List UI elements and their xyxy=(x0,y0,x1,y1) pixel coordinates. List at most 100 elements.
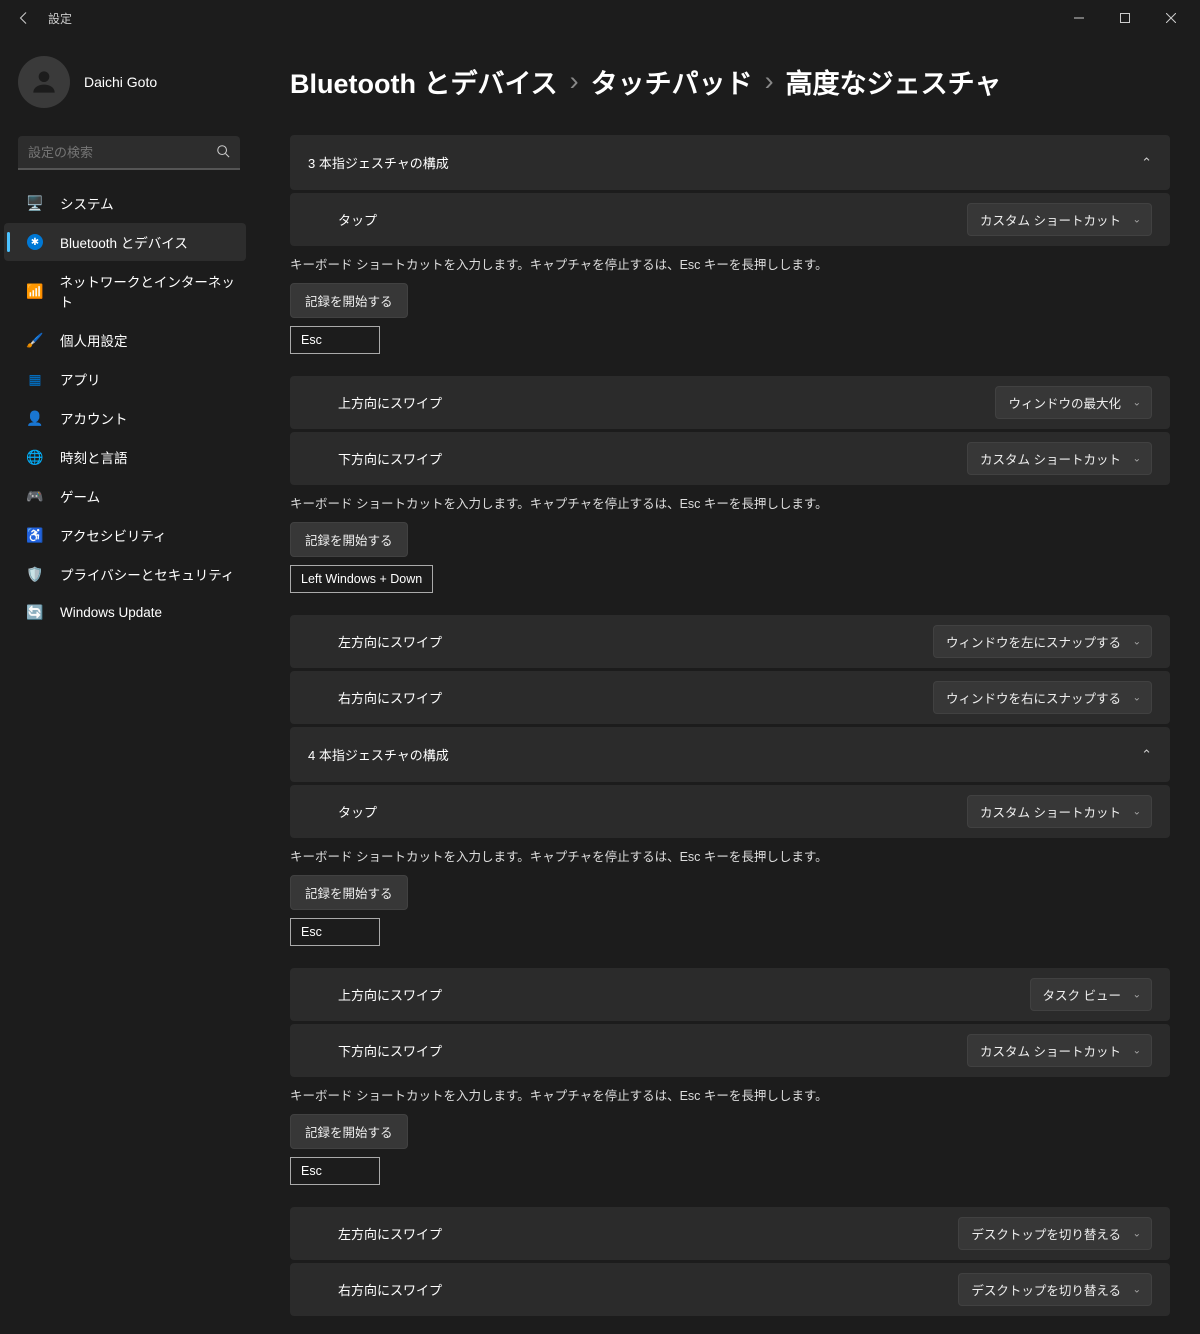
chevron-down-icon: ⌄ xyxy=(1133,453,1141,464)
chevron-down-icon: ⌄ xyxy=(1133,636,1141,647)
sidebar-item-network[interactable]: 📶 ネットワークとインターネット xyxy=(4,262,246,320)
dropdown-3finger-down[interactable]: カスタム ショートカット⌄ xyxy=(967,442,1152,475)
chevron-down-icon: ⌄ xyxy=(1133,1045,1141,1056)
apps-icon: ▦ xyxy=(26,370,44,388)
row-3finger-left: 左方向にスワイプ ウィンドウを左にスナップする⌄ xyxy=(290,615,1170,668)
sidebar-item-time[interactable]: 🌐 時刻と言語 xyxy=(4,438,246,476)
globe-icon: 🌐 xyxy=(26,448,44,466)
row-label: 下方向にスワイプ xyxy=(338,1041,967,1060)
recorded-shortcut[interactable]: Esc xyxy=(290,326,380,354)
sidebar-item-games[interactable]: 🎮ゲーム xyxy=(4,477,246,515)
dropdown-4finger-left[interactable]: デスクトップを切り替える⌄ xyxy=(958,1217,1152,1250)
row-label: 上方向にスワイプ xyxy=(338,985,1030,1004)
avatar xyxy=(18,56,70,108)
window-title: 設定 xyxy=(48,10,72,27)
sidebar-item-label: アクセシビリティ xyxy=(60,525,167,545)
breadcrumb-level-3: 高度なジェスチャ xyxy=(786,62,1002,101)
sidebar-item-label: Windows Update xyxy=(60,605,162,620)
content-area: Bluetooth とデバイス › タッチパッド › 高度なジェスチャ 3 本指… xyxy=(260,36,1200,1334)
sidebar-item-update[interactable]: 🔄 Windows Update xyxy=(4,594,246,630)
sidebar: Daichi Goto 🖥️ システム ✱ Bluetooth とデバイス 📶 ネット… xyxy=(0,36,260,1334)
row-4finger-right: 右方向にスワイプ デスクトップを切り替える⌄ xyxy=(290,1263,1170,1316)
row-3finger-up: 上方向にスワイプ ウィンドウの最大化⌄ xyxy=(290,376,1170,429)
back-button[interactable] xyxy=(6,0,42,36)
record-button[interactable]: 記録を開始する xyxy=(290,1114,408,1149)
dropdown-3finger-up[interactable]: ウィンドウの最大化⌄ xyxy=(995,386,1152,419)
chevron-up-icon: ⌃ xyxy=(1141,155,1152,171)
close-button[interactable] xyxy=(1148,0,1194,36)
bluetooth-icon: ✱ xyxy=(26,233,44,251)
group-title: 3 本指ジェスチャの構成 xyxy=(308,153,1141,172)
search-icon xyxy=(216,144,230,161)
display-icon: 🖥️ xyxy=(26,194,44,212)
group-4finger-header[interactable]: 4 本指ジェスチャの構成 ⌃ xyxy=(290,727,1170,782)
sidebar-item-label: システム xyxy=(60,193,114,213)
dropdown-3finger-right[interactable]: ウィンドウを右にスナップする⌄ xyxy=(933,681,1152,714)
row-label: 右方向にスワイプ xyxy=(338,688,933,707)
breadcrumb-level-2[interactable]: タッチパッド xyxy=(591,62,753,101)
breadcrumb-level-1[interactable]: Bluetooth とデバイス xyxy=(290,62,558,101)
row-4finger-down: 下方向にスワイプ カスタム ショートカット⌄ xyxy=(290,1024,1170,1077)
sidebar-item-label: アカウント xyxy=(60,408,128,428)
row-3finger-down: 下方向にスワイプ カスタム ショートカット⌄ xyxy=(290,432,1170,485)
chevron-up-icon: ⌃ xyxy=(1141,747,1152,763)
sidebar-item-label: 時刻と言語 xyxy=(60,447,128,467)
shortcut-hint: キーボード ショートカットを入力します。キャプチャを停止するは、Esc キーを長… xyxy=(290,493,1170,512)
row-label: 左方向にスワイプ xyxy=(338,632,933,651)
breadcrumb: Bluetooth とデバイス › タッチパッド › 高度なジェスチャ xyxy=(290,62,1170,101)
dropdown-4finger-up[interactable]: タスク ビュー⌄ xyxy=(1030,978,1152,1011)
user-block[interactable]: Daichi Goto xyxy=(0,46,250,118)
sidebar-item-label: ゲーム xyxy=(60,486,100,506)
accessibility-icon: ♿ xyxy=(26,526,44,544)
row-4finger-up: 上方向にスワイプ タスク ビュー⌄ xyxy=(290,968,1170,1021)
dropdown-3finger-left[interactable]: ウィンドウを左にスナップする⌄ xyxy=(933,625,1152,658)
row-3finger-tap: タップ カスタム ショートカット⌄ xyxy=(290,193,1170,246)
sidebar-item-label: ネットワークとインターネット xyxy=(59,271,236,311)
user-name: Daichi Goto xyxy=(84,74,157,90)
sidebar-item-apps[interactable]: ▦ アプリ xyxy=(4,360,246,398)
minimize-button[interactable] xyxy=(1056,0,1102,36)
dropdown-4finger-right[interactable]: デスクトップを切り替える⌄ xyxy=(958,1273,1152,1306)
group-3finger-header[interactable]: 3 本指ジェスチャの構成 ⌃ xyxy=(290,135,1170,190)
row-label: 左方向にスワイプ xyxy=(338,1224,958,1243)
dropdown-4finger-tap[interactable]: カスタム ショートカット⌄ xyxy=(967,795,1152,828)
sidebar-item-label: 個人用設定 xyxy=(60,330,128,350)
brush-icon: 🖌️ xyxy=(26,331,44,349)
recorded-shortcut[interactable]: Left Windows + Down xyxy=(290,565,433,593)
person-icon: 👤 xyxy=(26,409,44,427)
recorded-shortcut[interactable]: Esc xyxy=(290,918,380,946)
chevron-down-icon: ⌄ xyxy=(1133,1284,1141,1295)
sidebar-item-bluetooth[interactable]: ✱ Bluetooth とデバイス xyxy=(4,223,246,261)
chevron-down-icon: ⌄ xyxy=(1133,692,1141,703)
search-input[interactable] xyxy=(18,136,240,170)
sidebar-item-label: アプリ xyxy=(60,369,101,389)
record-button[interactable]: 記録を開始する xyxy=(290,875,408,910)
sidebar-item-account[interactable]: 👤 アカウント xyxy=(4,399,246,437)
search-field[interactable] xyxy=(28,145,216,160)
sidebar-item-accessibility[interactable]: ♿ アクセシビリティ xyxy=(4,516,246,554)
dropdown-3finger-tap[interactable]: カスタム ショートカット⌄ xyxy=(967,203,1152,236)
row-4finger-left: 左方向にスワイプ デスクトップを切り替える⌄ xyxy=(290,1207,1170,1260)
row-label: 右方向にスワイプ xyxy=(338,1280,958,1299)
update-icon: 🔄 xyxy=(26,603,44,621)
row-3finger-right: 右方向にスワイプ ウィンドウを右にスナップする⌄ xyxy=(290,671,1170,724)
dropdown-4finger-down[interactable]: カスタム ショートカット⌄ xyxy=(967,1034,1152,1067)
record-button[interactable]: 記録を開始する xyxy=(290,283,408,318)
chevron-down-icon: ⌄ xyxy=(1133,806,1141,817)
shortcut-hint: キーボード ショートカットを入力します。キャプチャを停止するは、Esc キーを長… xyxy=(290,1085,1170,1104)
record-button[interactable]: 記録を開始する xyxy=(290,522,408,557)
row-label: 上方向にスワイプ xyxy=(338,393,995,412)
sidebar-item-privacy[interactable]: 🛡️ プライバシーとセキュリティ xyxy=(4,555,246,593)
recorded-shortcut[interactable]: Esc xyxy=(290,1157,380,1185)
sidebar-item-system[interactable]: 🖥️ システム xyxy=(4,184,246,222)
row-4finger-tap: タップ カスタム ショートカット⌄ xyxy=(290,785,1170,838)
shortcut-hint: キーボード ショートカットを入力します。キャプチャを停止するは、Esc キーを長… xyxy=(290,846,1170,865)
row-label: タップ xyxy=(338,802,967,821)
wifi-icon: 📶 xyxy=(26,282,43,300)
shield-icon: 🛡️ xyxy=(26,565,44,583)
sidebar-item-personalize[interactable]: 🖌️ 個人用設定 xyxy=(4,321,246,359)
sidebar-item-label: Bluetooth とデバイス xyxy=(60,232,188,252)
shortcut-hint: キーボード ショートカットを入力します。キャプチャを停止するは、Esc キーを長… xyxy=(290,254,1170,273)
sidebar-item-label: プライバシーとセキュリティ xyxy=(60,564,234,584)
maximize-button[interactable] xyxy=(1102,0,1148,36)
